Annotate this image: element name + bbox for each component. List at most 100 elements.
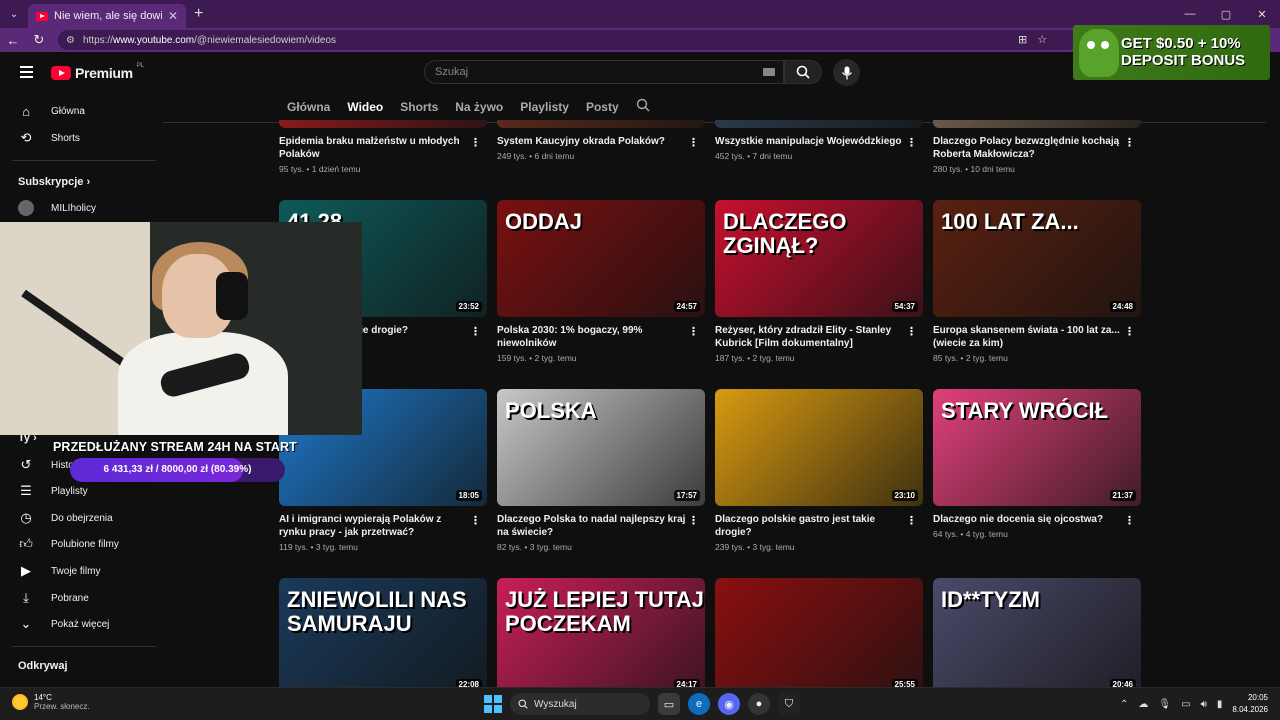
video-card[interactable]: Wszystkie manipulacje Wojewódzkiego ⋮ 452 … xyxy=(715,120,923,161)
video-card[interactable]: ODDAJ 24:57 Polska 2030: 1% bogaczy, 99% n… xyxy=(497,200,705,363)
video-card[interactable]: POLSKA 17:57 Dlaczego Polska to nadal najl… xyxy=(497,389,705,552)
video-duration: 25:55 xyxy=(891,679,918,687)
video-views: 280 tys. xyxy=(933,164,963,174)
video-views: 249 tys. xyxy=(497,151,527,161)
video-age: 3 tyg. temu xyxy=(752,542,795,552)
video-title[interactable]: Dlaczego Polska to nadal najlepszy kraj … xyxy=(497,513,687,539)
thumbnail-text: STARY WRÓCIŁ xyxy=(941,398,1109,423)
video-thumbnail[interactable] xyxy=(497,120,705,128)
clock[interactable]: 20:05 8.04.2026 xyxy=(1232,692,1268,716)
more-options-icon[interactable]: ⋮ xyxy=(470,514,481,527)
video-card[interactable]: System Kaucyjny okrada Polaków? ⋮ 249 tys.… xyxy=(497,120,705,161)
video-age: 2 tyg. temu xyxy=(752,353,795,363)
stream-title: PRZEDŁUŻANY STREAM 24H NA START xyxy=(53,440,297,454)
more-options-icon[interactable]: ⋮ xyxy=(1124,514,1135,527)
video-age: 4 tyg. temu xyxy=(965,529,1008,539)
video-age: 6 dni temu xyxy=(534,151,575,161)
video-title[interactable]: Europa skansenem świata - 100 lat za... … xyxy=(933,324,1123,350)
video-title[interactable]: Dlaczego polskie gastro jest takie drogi… xyxy=(715,513,905,539)
brave-icon[interactable]: ⛉ xyxy=(778,693,800,715)
video-thumbnail[interactable] xyxy=(279,120,487,128)
video-card[interactable]: ZNIEWOLILI NAS SAMURAJU 22:08 xyxy=(279,578,487,687)
video-thumbnail[interactable]: JUŻ LEPIEJ TUTAJ POCZEKAM 24:17 xyxy=(497,578,705,687)
video-thumbnail[interactable]: 23:10 xyxy=(715,389,923,506)
video-meta: 85 tys. • 2 tyg. temu xyxy=(933,353,1141,363)
more-options-icon[interactable]: ⋮ xyxy=(470,325,481,338)
video-title[interactable]: System Kaucyjny okrada Polaków? xyxy=(497,135,687,148)
video-views: 64 tys. xyxy=(933,529,959,539)
video-thumbnail[interactable]: ODDAJ 24:57 xyxy=(497,200,705,317)
video-age: 10 dni temu xyxy=(970,164,1015,174)
weather-widget[interactable]: 14°C Przew. słonecz. xyxy=(12,693,90,711)
video-meta: 187 tys. • 2 tyg. temu xyxy=(715,353,923,363)
tray-expand-icon[interactable]: ⌃ xyxy=(1120,699,1128,710)
thumbnail-text: ODDAJ xyxy=(505,209,583,234)
video-thumbnail[interactable]: 100 LAT ZA... 24:48 xyxy=(933,200,1141,317)
video-title[interactable]: Dlaczego Polacy bezwzględnie kochają Rob… xyxy=(933,135,1123,161)
video-title[interactable]: Epidemia braku małżeństw u młodych Polak… xyxy=(279,135,469,161)
meta-separator: • xyxy=(308,542,316,552)
video-thumbnail[interactable]: STARY WRÓCIŁ 21:37 xyxy=(933,389,1141,506)
obs-icon[interactable]: ● xyxy=(748,693,770,715)
video-thumbnail[interactable]: ZNIEWOLILI NAS SAMURAJU 22:08 xyxy=(279,578,487,687)
video-title[interactable]: Polska 2030: 1% bogaczy, 99% niewolników xyxy=(497,324,687,350)
video-views: 452 tys. xyxy=(715,151,745,161)
video-meta: 280 tys. • 10 dni temu xyxy=(933,164,1141,174)
video-thumbnail[interactable] xyxy=(933,120,1141,128)
system-tray: ⌃ ☁ 🎙︎ ▭ 🔊︎ ▮ 20:05 8.04.2026 xyxy=(1120,692,1268,716)
thumbnail-text: ZNIEWOLILI NAS SAMURAJU xyxy=(287,587,467,636)
weather-desc: Przew. słonecz. xyxy=(34,702,90,711)
video-title[interactable]: Reżyser, który zdradził Elity - Stanley … xyxy=(715,324,905,350)
video-card[interactable]: STARY WRÓCIŁ 21:37 Dlaczego nie docenia si… xyxy=(933,389,1141,539)
video-card[interactable]: 100 LAT ZA... 24:48 Europa skansenem świat… xyxy=(933,200,1141,363)
mic-tray-icon[interactable]: 🎙︎ xyxy=(1158,699,1171,710)
more-options-icon[interactable]: ⋮ xyxy=(906,325,917,338)
discord-icon[interactable]: ◉ xyxy=(718,693,740,715)
battery-icon[interactable]: ▮ xyxy=(1217,699,1223,710)
video-duration: 54:37 xyxy=(891,301,918,312)
video-thumbnail[interactable]: DLACZEGO ZGINĄŁ? 54:37 xyxy=(715,200,923,317)
taskbar-apps: Wyszukaj ▭ e ◉ ● ⛉ xyxy=(484,693,800,715)
search-icon xyxy=(518,699,528,709)
taskbar-search[interactable]: Wyszukaj xyxy=(510,693,650,715)
edge-icon[interactable]: e xyxy=(688,693,710,715)
video-card[interactable]: ID**TYZM 20:46 xyxy=(933,578,1141,687)
video-card[interactable]: 23:10 Dlaczego polskie gastro jest takie … xyxy=(715,389,923,552)
more-options-icon[interactable]: ⋮ xyxy=(688,136,699,149)
video-views: 95 tys. xyxy=(279,164,305,174)
more-options-icon[interactable]: ⋮ xyxy=(470,136,481,149)
video-duration: 23:10 xyxy=(891,490,918,501)
video-card[interactable]: JUŻ LEPIEJ TUTAJ POCZEKAM 24:17 xyxy=(497,578,705,687)
donation-goal-text: 6 431,33 zł / 8000,00 zł (80.39%) xyxy=(103,464,252,475)
thumbnail-text: 100 LAT ZA... xyxy=(941,209,1079,234)
video-card[interactable]: 25:55 xyxy=(715,578,923,687)
more-options-icon[interactable]: ⋮ xyxy=(688,514,699,527)
volume-icon[interactable]: 🔊︎ xyxy=(1201,699,1207,710)
video-card[interactable]: DLACZEGO ZGINĄŁ? 54:37 Reżyser, który zdra… xyxy=(715,200,923,363)
more-options-icon[interactable]: ⋮ xyxy=(906,136,917,149)
video-duration: 22:08 xyxy=(455,679,482,687)
video-card[interactable]: Epidemia braku małżeństw u młodych Polak… xyxy=(279,120,487,174)
windows-start-icon[interactable] xyxy=(484,695,502,713)
video-title[interactable]: AI i imigranci wypierają Polaków z rynku… xyxy=(279,513,469,539)
video-duration: 18:05 xyxy=(455,490,482,501)
video-title[interactable]: Dlaczego nie docenia się ojcostwa? xyxy=(933,513,1123,526)
video-thumbnail[interactable] xyxy=(715,120,923,128)
cloud-icon[interactable]: ☁ xyxy=(1138,699,1148,710)
more-options-icon[interactable]: ⋮ xyxy=(688,325,699,338)
video-views: 85 tys. xyxy=(933,353,959,363)
donation-goal-bar: 6 431,33 zł / 8000,00 zł (80.39%) xyxy=(70,458,285,482)
more-options-icon[interactable]: ⋮ xyxy=(906,514,917,527)
video-thumbnail[interactable]: 25:55 xyxy=(715,578,923,687)
thumbnail-text: JUŻ LEPIEJ TUTAJ POCZEKAM xyxy=(505,587,704,636)
video-duration: 24:48 xyxy=(1109,301,1136,312)
task-view-icon[interactable]: ▭ xyxy=(658,693,680,715)
video-card[interactable]: Dlaczego Polacy bezwzględnie kochają Rob… xyxy=(933,120,1141,174)
video-title[interactable]: Wszystkie manipulacje Wojewódzkiego xyxy=(715,135,905,148)
video-thumbnail[interactable]: POLSKA 17:57 xyxy=(497,389,705,506)
video-age: 3 tyg. temu xyxy=(315,542,358,552)
video-thumbnail[interactable]: ID**TYZM 20:46 xyxy=(933,578,1141,687)
more-options-icon[interactable]: ⋮ xyxy=(1124,136,1135,149)
more-options-icon[interactable]: ⋮ xyxy=(1124,325,1135,338)
network-icon[interactable]: ▭ xyxy=(1181,699,1190,710)
